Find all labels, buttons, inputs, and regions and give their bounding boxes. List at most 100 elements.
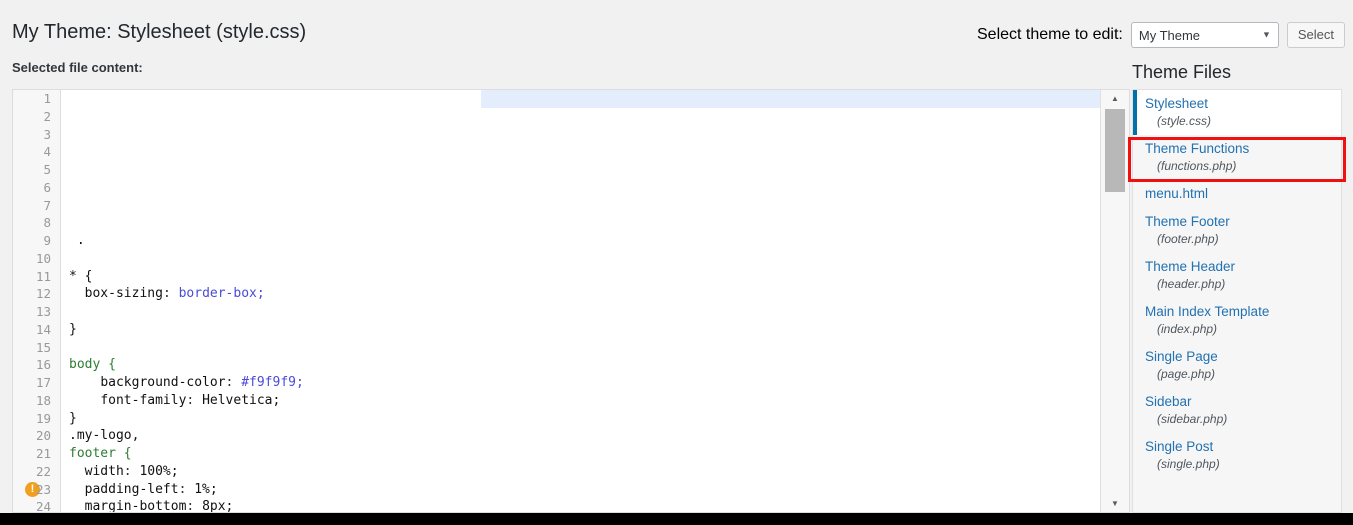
theme-files-title: Theme Files xyxy=(1132,62,1232,82)
code-line[interactable]: 4 xyxy=(13,143,1101,161)
line-number: 6 xyxy=(43,179,51,195)
code-line[interactable]: 11 * { xyxy=(13,268,1101,286)
code-line[interactable]: 15 xyxy=(13,339,1101,357)
line-content: font-family: Helvetica; xyxy=(100,392,281,408)
line-number: 8 xyxy=(43,215,51,231)
theme-file-filename: (footer.php) xyxy=(1157,232,1219,246)
code-line[interactable]: 16 body { xyxy=(13,356,1101,374)
line-number: 22 xyxy=(35,463,51,479)
line-number: 11 xyxy=(35,268,51,284)
line-number: 5 xyxy=(43,162,51,177)
code-line[interactable]: 18 font-family: Helvetica; xyxy=(13,392,1101,410)
code-line[interactable]: 14} xyxy=(13,321,1101,339)
theme-file-item[interactable]: Main Index Template (index.php) xyxy=(1133,298,1341,343)
code-editor[interactable]: 123456789 . 10 11 * {12 box-sizing: border-… xyxy=(12,89,1130,513)
code-line[interactable]: 1 xyxy=(13,90,1101,108)
code-line[interactable]: 20 .my-logo, xyxy=(13,427,1101,445)
code-line[interactable]: 3 xyxy=(13,126,1101,144)
theme-file-filename: (page.php) xyxy=(1157,367,1216,381)
line-number: 10 xyxy=(35,250,51,266)
line-content: footer { xyxy=(69,446,132,461)
selected-file-label: Selected file content: xyxy=(12,60,143,75)
chevron-down-icon: ▼ xyxy=(1261,29,1271,40)
theme-file-title: Stylesheet xyxy=(1145,96,1209,111)
code-line[interactable]: 5 xyxy=(13,161,1101,179)
code-line[interactable]: 19} xyxy=(13,410,1101,428)
theme-file-title: Main Index Template xyxy=(1145,304,1270,319)
code-line[interactable]: 9 . xyxy=(13,232,1101,250)
line-content: .my-logo, xyxy=(69,428,140,444)
code-line[interactable]: 6 xyxy=(13,179,1101,197)
theme-file-title: menu.html xyxy=(1145,186,1209,201)
code-line[interactable]: 24 margin-bottom: 8px; xyxy=(13,498,1101,512)
code-lines[interactable]: 123456789 . 10 11 * {12 box-sizing: border-… xyxy=(13,90,1101,512)
code-area[interactable]: 123456789 . 10 11 * {12 box-sizing: border-… xyxy=(13,90,1101,512)
theme-select-value: My Theme xyxy=(1138,27,1201,43)
theme-select[interactable]: My Theme ▼ xyxy=(1130,22,1279,48)
editor-scrollbar[interactable]: ▲ ▼ xyxy=(1100,90,1129,512)
theme-file-filename: (style.css) xyxy=(1157,114,1211,128)
theme-file-item[interactable]: Single Page (page.php) xyxy=(1133,343,1341,388)
theme-files-panel[interactable]: Stylesheet (style.css) Theme Functions (fun… xyxy=(1132,89,1342,513)
line-content: margin-bottom: 8px; xyxy=(84,499,234,512)
line-number: 18 xyxy=(35,392,51,408)
theme-file-item[interactable]: Sidebar (sidebar.php) xyxy=(1133,388,1341,433)
select-button[interactable]: Select xyxy=(1286,22,1345,48)
theme-file-title: Theme Functions xyxy=(1145,141,1250,156)
line-content: width: 100%; xyxy=(84,463,179,479)
triangle-down-icon[interactable]: ▼ xyxy=(1101,495,1129,512)
code-line[interactable]: 13 xyxy=(13,303,1101,321)
code-line[interactable]: 2 xyxy=(13,108,1101,126)
page-title: My Theme: Stylesheet (style.css) xyxy=(12,21,307,43)
line-number: 2 xyxy=(43,108,51,124)
line-number: 21 xyxy=(35,446,51,461)
line-number: 24 xyxy=(35,499,51,512)
code-line[interactable]: 10 xyxy=(13,250,1101,268)
select-theme-label: Select theme to edit: xyxy=(977,26,1123,43)
line-number: 20 xyxy=(35,428,51,444)
line-content: } xyxy=(69,321,77,337)
code-line[interactable]: ! 23 padding-left: 1%; xyxy=(13,481,1101,499)
triangle-up-icon[interactable]: ▲ xyxy=(1101,90,1129,107)
line-number: 9 xyxy=(43,233,51,248)
code-line[interactable]: 7 xyxy=(13,197,1101,215)
line-content: * { xyxy=(69,268,93,284)
code-line[interactable]: 22 width: 100%; xyxy=(13,463,1101,481)
line-number: 19 xyxy=(35,410,51,426)
line-number: 23 xyxy=(35,481,51,497)
theme-selector-bar: Select theme to edit: My Theme ▼ Select xyxy=(977,22,1345,48)
theme-file-item[interactable]: Theme Functions (functions.php) xyxy=(1133,135,1341,180)
scrollbar-thumb[interactable] xyxy=(1105,109,1125,192)
theme-file-filename: (functions.php) xyxy=(1157,159,1237,173)
code-line[interactable]: 8 xyxy=(13,214,1101,232)
theme-file-title: Single Post xyxy=(1145,439,1214,454)
theme-file-title: Sidebar xyxy=(1145,394,1192,409)
line-number: 15 xyxy=(35,339,51,355)
line-number: 7 xyxy=(43,197,51,213)
line-content: . xyxy=(76,233,85,248)
theme-file-item[interactable]: Single Post (single.php) xyxy=(1133,433,1341,478)
line-number: 12 xyxy=(35,286,51,302)
code-line[interactable]: 17 background-color: #f9f9f9; xyxy=(13,374,1101,392)
line-content: body { xyxy=(69,357,116,373)
theme-file-item[interactable]: Stylesheet (style.css) xyxy=(1133,90,1341,135)
theme-file-item[interactable]: Theme Footer (footer.php) xyxy=(1133,208,1341,253)
theme-file-item[interactable]: Theme Header (header.php) xyxy=(1133,253,1341,298)
line-content: } xyxy=(69,410,77,426)
theme-file-filename: (sidebar.php) xyxy=(1157,412,1228,426)
code-line[interactable]: 21 footer { xyxy=(13,445,1101,463)
line-content: padding-left: 1%; xyxy=(84,481,218,497)
line-number: 3 xyxy=(43,126,51,142)
theme-file-filename: (single.php) xyxy=(1157,457,1220,471)
theme-file-item[interactable]: menu.html xyxy=(1133,180,1341,208)
code-line[interactable]: 12 box-sizing: border-box; xyxy=(13,285,1101,303)
selection-highlight xyxy=(481,90,1101,108)
line-number: 16 xyxy=(35,357,51,373)
theme-file-title: Theme Footer xyxy=(1145,214,1230,229)
bottom-bar xyxy=(0,513,1353,525)
line-content: background-color: #f9f9f9; xyxy=(100,375,304,390)
line-number: 14 xyxy=(35,321,51,337)
line-number: 4 xyxy=(43,144,51,160)
line-content: box-sizing: border-box; xyxy=(84,286,265,302)
theme-file-title: Theme Header xyxy=(1145,259,1236,274)
